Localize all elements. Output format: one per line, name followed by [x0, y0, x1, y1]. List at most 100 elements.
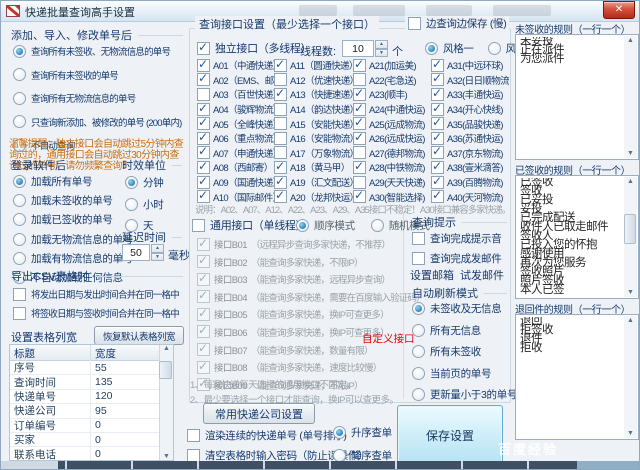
radio-option[interactable]: 加载无物流信息的单号: [13, 232, 133, 247]
interface-a-option[interactable]: A34(开心快线): [431, 102, 509, 117]
interface-a-option[interactable]: A11（圆通快递）: [274, 58, 353, 73]
interface-a-option[interactable]: A35(品骏快递): [431, 116, 509, 131]
radio-option[interactable]: 所有无信息: [412, 323, 517, 338]
checkbox-option[interactable]: 将签收日期与签收时间合并在同一格中: [13, 306, 179, 320]
returned-rules-listbox[interactable]: 退回拒签收退件拒收 ▲ ▼: [515, 314, 639, 440]
general-interface-checkbox[interactable]: 通用接口（单线程）: [192, 217, 306, 233]
spinner-down-icon[interactable]: ▼: [151, 253, 164, 262]
interface-a-option[interactable]: A26(远成快运): [353, 131, 431, 146]
independent-interface-checkbox[interactable]: 独立接口（多线程）: [197, 40, 311, 56]
radio-option[interactable]: 查询所有未签收的单号: [13, 68, 182, 82]
scroll-down-icon[interactable]: ▼: [627, 430, 634, 437]
mail-setup-button[interactable]: 设置邮箱: [410, 267, 454, 283]
interface-a-option[interactable]: A02（EMS、邮政）: [197, 73, 274, 88]
interface-a-option[interactable]: A27(德邦物流): [353, 146, 431, 161]
interface-a-option[interactable]: A13（快捷速递）: [274, 87, 353, 102]
save-settings-button[interactable]: 保存设置: [397, 405, 503, 465]
checkbox-option[interactable]: 查询完成发邮件: [412, 251, 501, 266]
common-companies-button[interactable]: 常用快递公司设置: [203, 403, 315, 424]
radio-option[interactable]: 查询所有未签收、无物流信息的单号: [13, 44, 182, 58]
radio-option[interactable]: 查询所有无物流信息的单号: [13, 91, 182, 105]
spinner-up-icon[interactable]: ▲: [151, 244, 164, 253]
radio-option[interactable]: 加载所有单号: [13, 174, 133, 189]
radio-option[interactable]: 加载已签收的单号: [13, 212, 133, 227]
interface-a-option[interactable]: A01（中通快递）: [197, 58, 274, 73]
spinner-up-icon[interactable]: ▲: [375, 40, 388, 49]
interface-a-option[interactable]: A14（韵达快递）: [274, 102, 353, 117]
interface-b-option[interactable]: 接口B02（能查询多家快递，不限IP）: [197, 255, 425, 269]
render-serial-checkbox[interactable]: 渲染连续的快递单号 (单号排序): [187, 428, 347, 443]
interface-a-option[interactable]: A19（汇文配送）: [274, 175, 353, 190]
scroll-thumb[interactable]: [624, 214, 636, 244]
threads-spinner[interactable]: 10 ▲▼: [342, 40, 388, 57]
interface-a-option[interactable]: A18（黄马甲）: [274, 160, 353, 175]
interface-a-option[interactable]: A29(天天快递): [353, 175, 431, 190]
radio-option[interactable]: 当前页的单号: [412, 366, 517, 381]
scroll-up-icon[interactable]: ▲: [627, 317, 634, 324]
delay-spinner[interactable]: 50 ▲▼: [122, 244, 164, 261]
radio-option[interactable]: 小时: [125, 197, 163, 212]
scroll-down-icon[interactable]: ▼: [163, 453, 170, 460]
signed-rules-listbox[interactable]: 已签收签收已妥投妥投已完成配送收件人已取走邮件签收人已投入您的怀抱感谢使用再次为…: [515, 175, 639, 299]
table-row[interactable]: 联系电话0: [10, 447, 173, 461]
interface-a-option[interactable]: A04（骏辉物流）: [197, 102, 274, 117]
custom-interface-label[interactable]: 自定义接口: [362, 331, 415, 346]
spinner-down-icon[interactable]: ▼: [375, 49, 388, 58]
interface-b-option[interactable]: 接口B03（能查询多家快递，远程异步查询）: [197, 272, 425, 286]
delay-value[interactable]: 50: [122, 244, 150, 261]
interface-a-option[interactable]: A24(中通快运): [353, 102, 431, 117]
scroll-up-icon[interactable]: ▲: [163, 345, 170, 352]
interface-b-option[interactable]: 接口B04（能查询多家快递，需要在百度输入验证码）: [197, 290, 425, 304]
interface-b-option[interactable]: 接口B08（能查询多家快递，速度比较慢）: [197, 360, 425, 374]
table-row[interactable]: 查询时间135: [10, 375, 173, 389]
interface-a-option[interactable]: A09（国通快递）: [197, 175, 274, 190]
radio-option[interactable]: 加载有物流信息的单号: [13, 251, 133, 266]
interface-b-option[interactable]: 接口B01（远程异步查询多家快递，不推荐）: [197, 237, 425, 251]
interface-a-option[interactable]: A15（安能快递）: [274, 116, 353, 131]
radio-option[interactable]: 更新量小于3的单号: [412, 387, 517, 402]
interface-a-option[interactable]: A36(苏通快运): [431, 131, 509, 146]
interface-a-option[interactable]: A39(百腾物流): [431, 175, 509, 190]
threads-value[interactable]: 10: [342, 40, 374, 57]
table-row[interactable]: 快递单号120: [10, 390, 173, 404]
interface-a-option[interactable]: A38(壹米滴答): [431, 160, 509, 175]
save-while-query-checkbox[interactable]: 边查询边保存 (慢): [405, 16, 509, 31]
radio-option[interactable]: 所有未签收: [412, 344, 517, 359]
table-row[interactable]: 序号55: [10, 361, 173, 375]
unsigned-rules-listbox[interactable]: 未妥投正在派件为您派件 ▲ ▼: [515, 34, 639, 160]
checkbox-option[interactable]: 将发出日期与发出时间合并在同一格中: [13, 287, 179, 301]
radio-option[interactable]: 加载未签收的单号: [13, 193, 133, 208]
interface-a-option[interactable]: A28(中铁物流): [353, 160, 431, 175]
table-row[interactable]: 订单编号0: [10, 419, 173, 433]
interface-a-option[interactable]: A05（全峰快递）: [197, 116, 274, 131]
scrollbar[interactable]: ▲ ▼: [624, 36, 637, 158]
interface-a-option[interactable]: A32(日日顺物流): [431, 73, 509, 88]
radio-option[interactable]: 未签收及无信息: [412, 301, 517, 316]
scroll-up-icon[interactable]: ▲: [627, 37, 634, 44]
interface-a-option[interactable]: A12（优速快递）: [274, 73, 353, 88]
scroll-down-icon[interactable]: ▼: [627, 289, 634, 296]
interface-a-option[interactable]: A06（重点物流）: [197, 131, 274, 146]
interface-a-option[interactable]: A08（西邮寄）: [197, 160, 274, 175]
radio-option[interactable]: 顺序模式: [296, 218, 355, 233]
interface-a-option[interactable]: A03（百世快递）: [197, 87, 274, 102]
table-row[interactable]: 买家0: [10, 433, 173, 447]
interface-a-option[interactable]: A25(远成物流): [353, 116, 431, 131]
mail-test-button[interactable]: 试发邮件: [460, 267, 504, 283]
interface-a-option[interactable]: A23(顺丰): [353, 87, 431, 102]
scroll-up-icon[interactable]: ▲: [627, 178, 634, 185]
interface-b-option[interactable]: 接口B05（能查询多家快递，换IP可查更多）: [197, 307, 425, 321]
radio-option[interactable]: 只查询新添加、被修改的单号 (200单内): [13, 115, 182, 129]
radio-option[interactable]: 分钟: [125, 175, 163, 190]
interface-a-option[interactable]: A16（安能物流）: [274, 131, 353, 146]
close-button[interactable]: ✕: [603, 1, 635, 19]
reset-colwidth-button[interactable]: 恢复默认表格列宽: [94, 326, 184, 345]
scroll-down-icon[interactable]: ▼: [627, 150, 634, 157]
interface-a-option[interactable]: A33(丰通快运): [431, 87, 509, 102]
radio-option[interactable]: 升序查单: [333, 425, 392, 440]
interface-a-option[interactable]: A37(京东物流): [431, 146, 509, 161]
radio-option[interactable]: 风格一: [425, 41, 474, 56]
interface-a-option[interactable]: A07（申通快递）: [197, 146, 274, 161]
interface-a-option[interactable]: A22(宅急送): [353, 73, 431, 88]
interface-a-option[interactable]: A31(中远环球): [431, 58, 509, 73]
